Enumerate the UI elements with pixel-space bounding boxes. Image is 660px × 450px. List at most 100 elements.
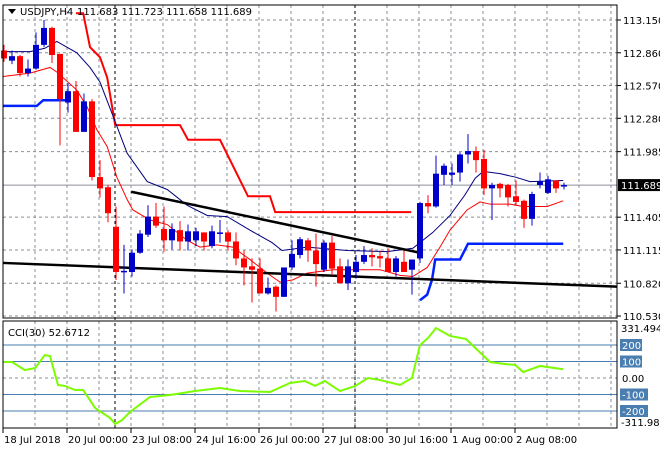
candle-body [49,27,55,56]
cci-line [3,326,564,426]
price-chart[interactable]: 113.150 112.860 112.570 112.280 111.985 111.4… [0,0,660,450]
candle-body [9,56,15,61]
cci-level-label: 100 [622,358,641,369]
candle-body [17,56,23,74]
candle-body [169,229,175,241]
time-tick-label: 18 Jul 2018 [4,435,61,446]
candle-body [489,184,495,189]
time-tick-label: 2 Aug 08:00 [516,435,577,446]
symbol-label: USDJPY,H4 [20,7,73,18]
candle-body [321,242,327,270]
candle-body [337,266,343,284]
candle-body [217,232,223,234]
moving-average-slow [3,40,564,253]
candle-body [89,101,95,178]
time-tick-label: 26 Jul 00:00 [260,435,320,446]
candle-body [537,181,543,185]
candle-body [425,203,431,207]
time-tick-label: 20 Jul 00:00 [68,435,128,446]
candle-body [449,172,455,175]
candle-body [505,184,511,198]
time-tick-label: 24 Jul 16:00 [196,435,256,446]
candle-body [409,259,415,270]
candle-body [457,154,463,173]
candle-body [121,270,127,273]
time-tick-label: 30 Jul 16:00 [388,435,448,446]
ohlc-label: 111.683 111.723 111.658 111.689 [77,7,252,18]
cci-level-label: -100 [622,391,645,402]
candle-body [529,194,535,219]
candle-body [289,253,295,268]
candle-body [281,267,287,297]
price-tick-label: 112.280 [623,114,660,125]
candle-body [25,68,31,74]
candle-body [145,216,151,235]
candle-body [345,266,351,284]
time-tick-label: 1 Aug 00:00 [452,435,513,446]
cci-level-label: -200 [622,407,645,418]
candle-body [441,165,447,175]
overlays [3,12,617,302]
candle-body [377,256,383,259]
time-tick-label: 27 Jul 08:00 [324,435,384,446]
candle-body [65,91,71,103]
candle-body [313,250,319,265]
candle-body [369,255,375,258]
step-line-red [76,12,412,214]
cci-axis-bottom: -311.9848 [621,418,660,429]
cci-level-label: 200 [622,341,641,352]
axes: 113.150 112.860 112.570 112.280 111.985 111.4… [2,16,660,446]
candle-body [177,230,183,242]
candles [1,20,567,312]
candle-body [209,231,215,246]
price-tick-label: 111.115 [623,246,660,257]
trendline [130,190,421,254]
candle-body [273,286,279,297]
price-tick-label: 112.860 [623,49,660,60]
candle-body [153,216,159,226]
candle-body [393,258,399,272]
candle-body [41,27,47,45]
candle-body [433,173,439,207]
candle-body [1,50,7,59]
candle-body [497,183,503,189]
candle-body [137,233,143,253]
candle-body [185,231,191,242]
candle-body [545,179,551,193]
price-tick-label: 110.820 [623,279,660,290]
candle-body [553,180,559,189]
candle-body [385,258,391,272]
step-line-blue [419,242,564,302]
candle-body [481,158,487,189]
candle-body [193,231,199,241]
candle-body [201,232,207,242]
price-tick-label: 111.405 [623,213,660,224]
candle-body [473,151,479,161]
cci-label: CCI(30) 52.6712 [8,328,90,339]
candle-body [329,242,335,269]
candle-body [161,229,167,241]
cci-level-label: 0.00 [622,374,644,385]
price-tick-label: 111.985 [623,148,660,159]
candle-body [561,185,567,187]
candle-body [305,240,311,251]
candle-body [97,177,103,189]
price-tick-label: 113.150 [623,16,660,27]
candle-body [225,232,231,242]
candle-body [513,196,519,202]
candle-body [417,203,423,259]
dropdown-triangle-icon[interactable] [8,9,16,14]
candle-body [249,266,255,270]
current-price-label: 111.689 [621,181,660,192]
candle-body [465,151,471,155]
candle-body [81,101,87,132]
cci-pane-border [2,320,618,429]
time-tick-label: 23 Jul 08:00 [132,435,192,446]
candle-body [521,200,527,219]
candle-body [257,268,263,294]
candle-body [241,258,247,268]
candle-body [113,226,119,272]
candle-body [401,261,407,272]
cci-axis-top: 331.4942 [621,324,660,335]
candle-body [353,261,359,272]
